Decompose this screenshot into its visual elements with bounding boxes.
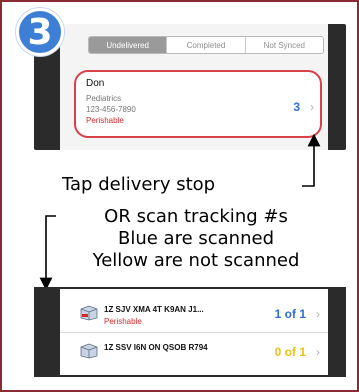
package-tracking-number: 1Z SSV I6N ON QSOB R794 [104,343,208,352]
package-box-icon [80,305,98,321]
package-box-icon [80,343,98,359]
package-row[interactable]: 1Z SSV I6N ON QSOB R794 0 of 1 › [60,335,328,371]
tab-not-synced[interactable]: Not Synced [244,37,323,53]
chevron-right-icon: › [310,100,314,114]
instruction-card: 3 Undelivered Completed Not Synced Don P… [0,0,359,392]
delivery-stop-item[interactable]: Don Pediatrics 123-456-7890 Perishable 3… [74,70,322,138]
bottom-margin [2,380,357,390]
scan-instruction-line-2: Blue are scanned [117,228,274,249]
stop-phone: 123-456-7890 [86,105,136,114]
stop-department: Pediatrics [86,94,122,103]
package-tracking-number: 1Z SJV XMA 4T K9AN J1... [104,305,204,314]
chevron-right-icon: › [316,345,320,359]
scan-instruction-line-1: OR scan tracking #s [104,206,288,227]
tap-instruction: Tap delivery stop [62,174,216,195]
package-list-screen: 1Z SJV XMA 4T K9AN J1... Perishable 1 of… [60,289,328,375]
scan-instruction-line-3: Yellow are not scanned [92,250,300,271]
deliveries-screen: Undelivered Completed Not Synced Don Ped… [60,24,328,150]
chevron-right-icon: › [316,307,320,321]
stop-recipient-name: Don [86,78,105,89]
package-scan-count: 1 of 1 [274,307,306,321]
tab-completed[interactable]: Completed [166,37,244,53]
package-scan-count: 0 of 1 [274,345,306,359]
step-number-badge: 3 [16,8,64,56]
scan-instruction: OR scan tracking #s Blue are scanned Yel… [46,206,346,272]
stop-perishable-flag: Perishable [86,116,124,125]
package-perishable-flag: Perishable [104,317,142,326]
package-row[interactable]: 1Z SJV XMA 4T K9AN J1... Perishable 1 of… [60,297,328,333]
stop-package-count: 3 [293,100,300,114]
tab-undelivered[interactable]: Undelivered [89,37,167,53]
status-segmented-control: Undelivered Completed Not Synced [88,36,324,54]
